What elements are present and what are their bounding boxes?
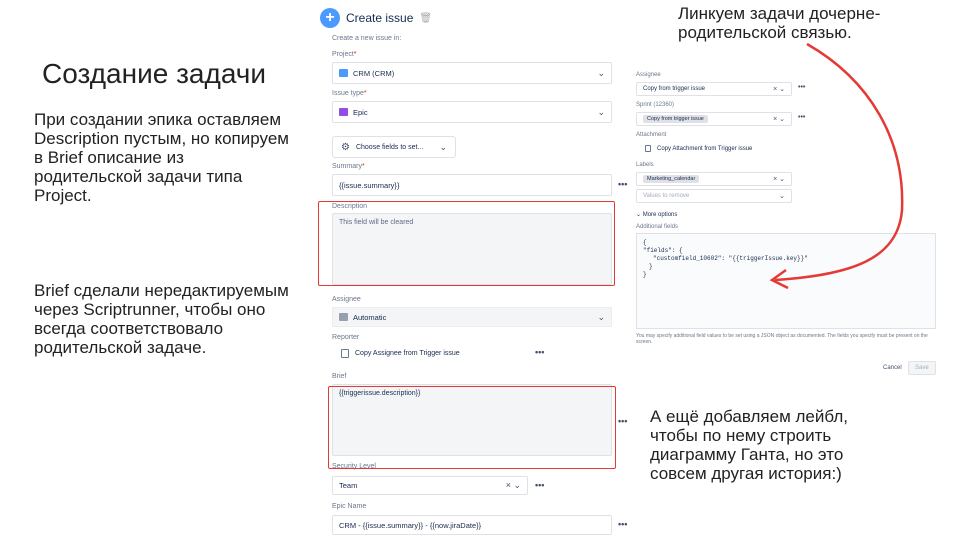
arrow-curve [774,42,904,282]
annotation-arrow [769,42,904,290]
